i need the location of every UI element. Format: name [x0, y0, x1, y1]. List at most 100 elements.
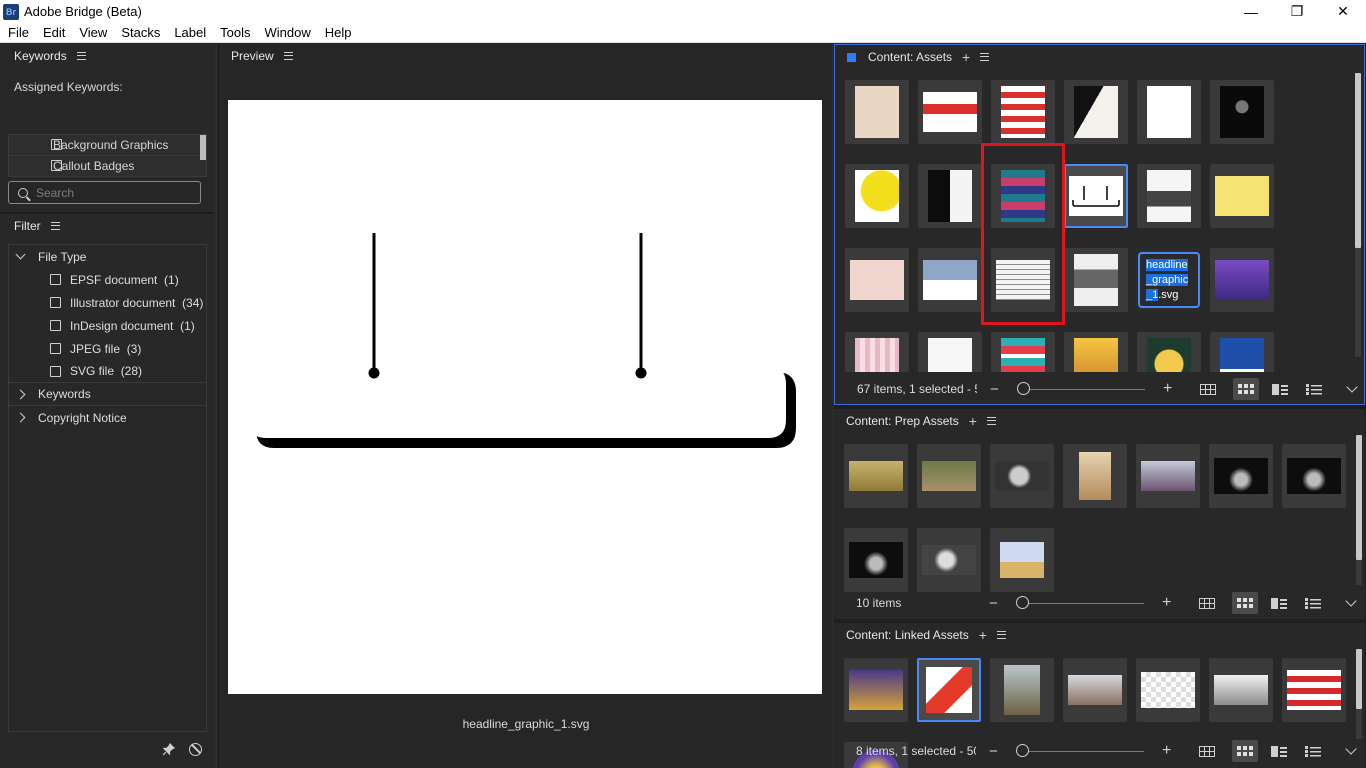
- asset-thumbnail[interactable]: [917, 444, 981, 508]
- asset-thumbnail[interactable]: [1210, 164, 1274, 228]
- filter-option[interactable]: EPSF document (1): [9, 268, 206, 291]
- keyword-checkbox[interactable]: [51, 139, 62, 150]
- list-view-button[interactable]: [1300, 592, 1326, 614]
- asset-thumbnail[interactable]: [1136, 444, 1200, 508]
- zoom-out-button[interactable]: −: [989, 743, 998, 760]
- add-tab-icon[interactable]: +: [962, 49, 970, 65]
- menu-edit[interactable]: Edit: [37, 25, 71, 40]
- prep-scrollbar[interactable]: [1356, 435, 1362, 560]
- view-options-button[interactable]: [1339, 378, 1365, 400]
- filter-option[interactable]: SVG file (28): [9, 360, 206, 383]
- grid-view-button[interactable]: [1195, 378, 1221, 400]
- filter-panel-header[interactable]: Filter: [0, 214, 214, 238]
- content-linked-header[interactable]: Content: Linked Assets +: [834, 623, 1365, 647]
- panel-menu-icon[interactable]: [50, 222, 60, 230]
- asset-thumbnail[interactable]: [990, 658, 1054, 722]
- zoom-slider-knob[interactable]: [1016, 596, 1029, 609]
- zoom-in-button[interactable]: +: [1162, 742, 1171, 760]
- details-view-button[interactable]: [1267, 378, 1293, 400]
- add-tab-icon[interactable]: +: [979, 627, 987, 643]
- zoom-out-button[interactable]: −: [990, 381, 999, 398]
- asset-thumbnail[interactable]: [1136, 658, 1200, 722]
- asset-thumbnail[interactable]: [1064, 332, 1128, 372]
- filter-group-copyright[interactable]: Copyright Notice: [9, 406, 206, 429]
- asset-thumbnail[interactable]: [845, 332, 909, 372]
- asset-thumbnail[interactable]: [1209, 658, 1273, 722]
- asset-thumbnail[interactable]: [991, 164, 1055, 228]
- asset-thumbnail[interactable]: [991, 248, 1055, 312]
- asset-thumbnail[interactable]: [1137, 332, 1201, 372]
- no-filter-icon[interactable]: [189, 743, 202, 756]
- asset-thumbnail[interactable]: [918, 248, 982, 312]
- filter-checkbox[interactable]: [50, 297, 61, 308]
- minimize-button[interactable]: —: [1228, 0, 1274, 23]
- asset-thumbnail-renaming[interactable]: headline _graphic _1.svg: [1137, 248, 1201, 312]
- panel-menu-icon[interactable]: [76, 52, 86, 60]
- asset-thumbnail[interactable]: [1064, 80, 1128, 144]
- panel-menu-icon[interactable]: [996, 631, 1006, 639]
- filter-option[interactable]: Illustrator document (34): [9, 291, 206, 314]
- filter-group-keywords[interactable]: Keywords: [9, 383, 206, 406]
- chevron-right-icon[interactable]: [15, 389, 26, 400]
- asset-thumbnail[interactable]: [991, 332, 1055, 372]
- asset-thumbnail[interactable]: [1063, 658, 1127, 722]
- filter-checkbox[interactable]: [50, 320, 61, 331]
- zoom-slider-knob[interactable]: [1016, 744, 1029, 757]
- asset-thumbnail[interactable]: [1282, 444, 1346, 508]
- linked-scrollbar[interactable]: [1356, 649, 1362, 709]
- thumbnail-view-button[interactable]: [1232, 740, 1258, 762]
- menu-view[interactable]: View: [73, 25, 113, 40]
- zoom-slider-track[interactable]: [1019, 389, 1145, 390]
- zoom-slider-track[interactable]: [1018, 603, 1144, 604]
- asset-thumbnail[interactable]: [917, 528, 981, 592]
- menu-tools[interactable]: Tools: [214, 25, 256, 40]
- content-assets-header[interactable]: Content: Assets +: [835, 45, 1364, 69]
- thumbnail-view-button[interactable]: [1233, 378, 1259, 400]
- preview-panel-header[interactable]: Preview: [219, 44, 832, 68]
- asset-thumbnail[interactable]: [845, 164, 909, 228]
- grid-view-button[interactable]: [1194, 740, 1220, 762]
- asset-thumbnail[interactable]: [990, 528, 1054, 592]
- asset-thumbnail-selected[interactable]: [1064, 164, 1128, 228]
- filter-option[interactable]: InDesign document (1): [9, 314, 206, 337]
- keyword-item[interactable]: Background Graphics: [9, 135, 206, 156]
- close-button[interactable]: ✕: [1320, 0, 1366, 23]
- rename-field[interactable]: headline _graphic _1.svg: [1138, 252, 1200, 308]
- thumbnail-view-button[interactable]: [1232, 592, 1258, 614]
- assets-scrollbar[interactable]: [1355, 73, 1361, 248]
- list-view-button[interactable]: [1300, 740, 1326, 762]
- view-options-button[interactable]: [1338, 740, 1364, 762]
- keywords-panel-header[interactable]: Keywords: [0, 44, 214, 68]
- zoom-slider-track[interactable]: [1018, 751, 1144, 752]
- asset-thumbnail[interactable]: [1210, 248, 1274, 312]
- asset-thumbnail[interactable]: [845, 80, 909, 144]
- panel-menu-icon[interactable]: [980, 53, 990, 61]
- asset-thumbnail[interactable]: [844, 658, 908, 722]
- restore-button[interactable]: ❐: [1274, 0, 1320, 23]
- details-view-button[interactable]: [1266, 740, 1292, 762]
- asset-thumbnail[interactable]: [844, 528, 908, 592]
- zoom-in-button[interactable]: +: [1162, 594, 1171, 612]
- keyword-search-input[interactable]: [36, 185, 186, 200]
- chevron-down-icon[interactable]: [15, 249, 26, 260]
- filter-checkbox[interactable]: [50, 274, 61, 285]
- asset-thumbnail[interactable]: [1210, 80, 1274, 144]
- filter-checkbox[interactable]: [50, 343, 61, 354]
- preview-canvas[interactable]: [228, 100, 822, 694]
- menu-window[interactable]: Window: [259, 25, 317, 40]
- keyword-item[interactable]: Callout Badges: [9, 156, 206, 177]
- asset-thumbnail[interactable]: [1137, 164, 1201, 228]
- zoom-out-button[interactable]: −: [989, 595, 998, 612]
- filter-checkbox[interactable]: [50, 366, 61, 377]
- asset-thumbnail[interactable]: [1064, 248, 1128, 312]
- asset-thumbnail[interactable]: [991, 80, 1055, 144]
- asset-thumbnail[interactable]: [918, 332, 982, 372]
- chevron-right-icon[interactable]: [15, 412, 26, 423]
- asset-thumbnail-selected[interactable]: [917, 658, 981, 722]
- pin-icon[interactable]: [162, 742, 176, 756]
- menu-stacks[interactable]: Stacks: [115, 25, 166, 40]
- filter-option[interactable]: JPEG file (3): [9, 337, 206, 360]
- add-tab-icon[interactable]: +: [969, 413, 977, 429]
- keyword-scrollbar[interactable]: [200, 135, 206, 160]
- list-view-button[interactable]: [1301, 378, 1327, 400]
